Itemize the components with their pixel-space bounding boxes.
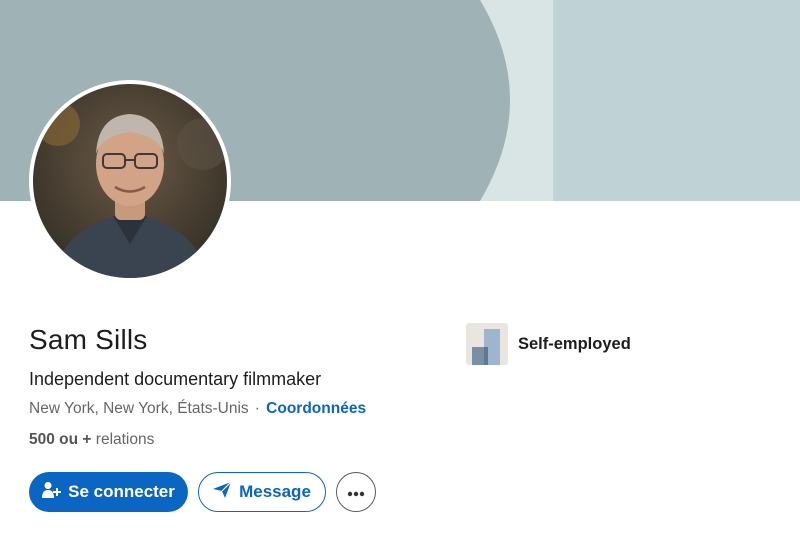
more-actions-button[interactable] — [336, 472, 376, 512]
profile-photo — [33, 84, 227, 278]
company-placeholder-icon — [466, 323, 508, 365]
connect-button[interactable]: Se connecter — [29, 472, 188, 512]
connect-button-label: Se connecter — [68, 482, 175, 501]
profile-avatar[interactable] — [29, 80, 231, 282]
location-text: New York, New York, États-Unis — [29, 400, 249, 417]
connections-number: 500 ou + — [29, 431, 92, 448]
add-person-icon — [42, 481, 62, 504]
more-horizontal-icon — [347, 482, 365, 502]
paper-plane-icon — [213, 481, 232, 503]
connections-count[interactable]: 500 ou + relations — [29, 431, 154, 449]
profile-headline: Independent documentary filmmaker — [29, 369, 322, 389]
current-employer[interactable]: Self-employed — [466, 323, 631, 365]
contact-info-link[interactable]: Coordonnées — [266, 400, 366, 417]
location-separator: · — [254, 400, 260, 417]
connections-label: relations — [95, 431, 155, 448]
message-button-label: Message — [239, 482, 311, 501]
message-button[interactable]: Message — [198, 472, 326, 512]
employer-name: Self-employed — [518, 334, 631, 353]
profile-name: Sam Sills — [29, 324, 148, 355]
location-row: New York, New York, États-Unis · Coordonn… — [29, 400, 366, 418]
